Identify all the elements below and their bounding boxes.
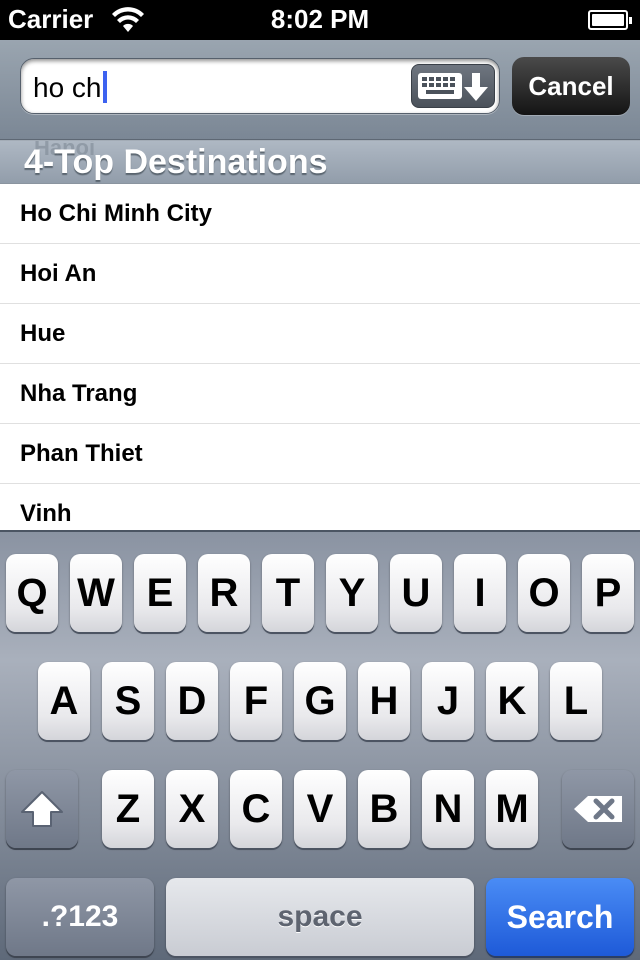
key-n[interactable]: N	[422, 770, 474, 848]
key-r[interactable]: R	[198, 554, 250, 632]
list-item[interactable]: Hoi An	[0, 244, 640, 304]
key-a[interactable]: A	[38, 662, 90, 740]
key-b[interactable]: B	[358, 770, 410, 848]
backspace-icon[interactable]	[562, 770, 634, 848]
shift-icon[interactable]	[6, 770, 78, 848]
key-u[interactable]: U	[390, 554, 442, 632]
key-h[interactable]: H	[358, 662, 410, 740]
search-key[interactable]: Search	[486, 878, 634, 956]
numbers-key[interactable]: .?123	[6, 878, 154, 956]
key-j[interactable]: J	[422, 662, 474, 740]
list-item[interactable]: Hue	[0, 304, 640, 364]
space-key[interactable]: space	[166, 878, 474, 956]
key-z[interactable]: Z	[102, 770, 154, 848]
key-q[interactable]: Q	[6, 554, 58, 632]
list-item[interactable]: Ho Chi Minh City	[0, 184, 640, 244]
key-s[interactable]: S	[102, 662, 154, 740]
list-item[interactable]: Phan Thiet	[0, 424, 640, 484]
list-item[interactable]: Nha Trang	[0, 364, 640, 424]
key-e[interactable]: E	[134, 554, 186, 632]
cancel-button[interactable]: Cancel	[512, 57, 630, 115]
key-x[interactable]: X	[166, 770, 218, 848]
text-caret	[102, 71, 107, 103]
key-i[interactable]: I	[454, 554, 506, 632]
key-w[interactable]: W	[70, 554, 122, 632]
list-item[interactable]: Vinh	[0, 484, 640, 530]
section-title: 4-Top Destinations	[24, 143, 328, 181]
key-k[interactable]: K	[486, 662, 538, 740]
keyboard-dismiss-icon[interactable]	[411, 64, 495, 108]
key-p[interactable]: P	[582, 554, 634, 632]
battery-icon	[588, 10, 632, 30]
search-bar: ho ch Cancel	[0, 40, 640, 140]
search-text: ho ch	[33, 72, 102, 103]
key-f[interactable]: F	[230, 662, 282, 740]
key-o[interactable]: O	[518, 554, 570, 632]
search-input[interactable]: ho ch	[20, 58, 500, 114]
key-c[interactable]: C	[230, 770, 282, 848]
key-t[interactable]: T	[262, 554, 314, 632]
key-v[interactable]: V	[294, 770, 346, 848]
screen: Carrier 8:02 PM ho ch Cancel Hanoi 4-Top…	[0, 0, 640, 960]
key-d[interactable]: D	[166, 662, 218, 740]
clock: 8:02 PM	[270, 4, 370, 34]
key-y[interactable]: Y	[326, 554, 378, 632]
status-bar: Carrier 8:02 PM	[0, 0, 640, 40]
keyboard: Q W E R T Y U I O P A S D F G H J K L Z …	[0, 530, 640, 960]
section-header: Hanoi 4-Top Destinations	[0, 140, 640, 184]
search-input-value: ho ch	[33, 71, 107, 104]
results-list: Ho Chi Minh City Hoi An Hue Nha Trang Ph…	[0, 184, 640, 530]
key-m[interactable]: M	[486, 770, 538, 848]
key-g[interactable]: G	[294, 662, 346, 740]
key-l[interactable]: L	[550, 662, 602, 740]
